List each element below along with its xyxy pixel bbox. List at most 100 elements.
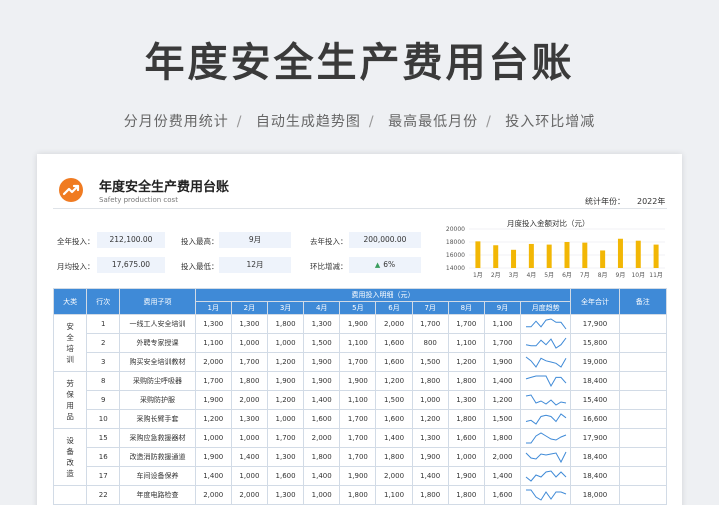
row-number-cell[interactable]: 15 — [86, 428, 121, 448]
row-number-cell[interactable]: 17 — [86, 466, 121, 486]
row-number-cell[interactable]: 2 — [86, 333, 121, 353]
note-cell[interactable] — [618, 390, 668, 410]
month-value-cell[interactable]: 1,400 — [375, 428, 413, 448]
month-value-cell[interactable]: 1,200 — [266, 390, 305, 410]
month-value-cell[interactable]: 1,600 — [303, 409, 341, 429]
note-cell[interactable] — [618, 428, 668, 448]
month-value-cell[interactable]: 1,800 — [339, 485, 377, 505]
month-value-cell[interactable]: 1,100 — [447, 333, 485, 353]
month-value-cell[interactable]: 1,400 — [483, 466, 522, 486]
month-value-cell[interactable]: 1,300 — [303, 314, 341, 334]
total-cell[interactable]: 17,900 — [570, 314, 620, 334]
month-value-cell[interactable]: 1,600 — [375, 352, 413, 372]
month-value-cell[interactable]: 1,700 — [230, 352, 268, 372]
month-value-cell[interactable]: 1,300 — [411, 428, 449, 448]
month-value-cell[interactable]: 2,000 — [375, 314, 413, 334]
month-value-cell[interactable]: 1,600 — [375, 409, 413, 429]
month-value-cell[interactable]: 1,000 — [303, 485, 341, 505]
month-value-cell[interactable]: 1,100 — [194, 333, 232, 353]
month-value-cell[interactable]: 1,700 — [339, 428, 377, 448]
month-value-cell[interactable]: 1,800 — [447, 485, 485, 505]
month-value-cell[interactable]: 1,100 — [375, 485, 413, 505]
month-value-cell[interactable]: 1,800 — [447, 371, 485, 391]
note-cell[interactable] — [618, 466, 668, 486]
month-value-cell[interactable]: 1,500 — [411, 352, 449, 372]
month-value-cell[interactable]: 2,000 — [483, 447, 522, 467]
month-value-cell[interactable]: 1,800 — [266, 314, 305, 334]
total-cell[interactable]: 16,600 — [570, 409, 620, 429]
month-value-cell[interactable]: 1,900 — [447, 466, 485, 486]
month-value-cell[interactable]: 1,500 — [375, 390, 413, 410]
month-value-cell[interactable]: 1,700 — [483, 333, 522, 353]
month-value-cell[interactable]: 1,900 — [339, 314, 377, 334]
note-cell[interactable] — [618, 409, 668, 429]
note-cell[interactable] — [618, 314, 668, 334]
month-value-cell[interactable]: 1,800 — [375, 447, 413, 467]
item-cell[interactable]: 采购应急救援器材 — [119, 428, 196, 448]
row-number-cell[interactable]: 1 — [86, 314, 121, 334]
month-value-cell[interactable]: 1,800 — [411, 485, 449, 505]
month-value-cell[interactable]: 1,300 — [194, 314, 232, 334]
month-value-cell[interactable]: 1,400 — [483, 371, 522, 391]
month-value-cell[interactable]: 1,200 — [447, 352, 485, 372]
month-value-cell[interactable]: 1,800 — [230, 371, 268, 391]
total-cell[interactable]: 15,400 — [570, 390, 620, 410]
month-value-cell[interactable]: 1,400 — [411, 466, 449, 486]
month-value-cell[interactable]: 1,000 — [447, 447, 485, 467]
item-cell[interactable]: 采购防尘呼吸器 — [119, 371, 196, 391]
month-value-cell[interactable]: 1,700 — [266, 428, 305, 448]
row-number-cell[interactable]: 22 — [86, 485, 121, 505]
month-value-cell[interactable]: 2,000 — [303, 428, 341, 448]
month-value-cell[interactable]: 1,700 — [339, 352, 377, 372]
month-value-cell[interactable]: 2,000 — [194, 352, 232, 372]
month-value-cell[interactable]: 1,700 — [339, 447, 377, 467]
note-cell[interactable] — [618, 352, 668, 372]
item-cell[interactable]: 采购防护服 — [119, 390, 196, 410]
month-value-cell[interactable]: 1,300 — [230, 409, 268, 429]
month-value-cell[interactable]: 1,600 — [483, 485, 522, 505]
month-value-cell[interactable]: 1,600 — [375, 333, 413, 353]
month-value-cell[interactable]: 1,100 — [483, 314, 522, 334]
month-value-cell[interactable]: 1,900 — [483, 352, 522, 372]
month-value-cell[interactable]: 1,900 — [339, 466, 377, 486]
month-value-cell[interactable]: 1,900 — [194, 447, 232, 467]
month-value-cell[interactable]: 1,500 — [303, 333, 341, 353]
month-value-cell[interactable]: 1,000 — [230, 333, 268, 353]
month-value-cell[interactable]: 2,000 — [375, 466, 413, 486]
item-cell[interactable]: 年度电路检查 — [119, 485, 196, 505]
month-value-cell[interactable]: 1,300 — [230, 314, 268, 334]
item-cell[interactable]: 改造消防救援通道 — [119, 447, 196, 467]
total-cell[interactable]: 18,400 — [570, 371, 620, 391]
month-value-cell[interactable]: 1,200 — [411, 409, 449, 429]
item-cell[interactable]: 一线工人安全培训 — [119, 314, 196, 334]
month-value-cell[interactable]: 1,900 — [303, 371, 341, 391]
month-value-cell[interactable]: 1,700 — [194, 371, 232, 391]
month-value-cell[interactable]: 1,300 — [266, 485, 305, 505]
note-cell[interactable] — [618, 485, 668, 505]
total-cell[interactable]: 18,000 — [570, 485, 620, 505]
month-value-cell[interactable]: 1,600 — [447, 428, 485, 448]
row-number-cell[interactable]: 16 — [86, 447, 121, 467]
month-value-cell[interactable]: 1,200 — [266, 352, 305, 372]
month-value-cell[interactable]: 2,000 — [230, 390, 268, 410]
year-value[interactable]: 2022年 — [637, 196, 665, 207]
item-cell[interactable]: 车间设备保养 — [119, 466, 196, 486]
month-value-cell[interactable]: 1,900 — [194, 390, 232, 410]
month-value-cell[interactable]: 1,900 — [411, 447, 449, 467]
row-number-cell[interactable]: 9 — [86, 390, 121, 410]
item-cell[interactable]: 采购长臂手套 — [119, 409, 196, 429]
month-value-cell[interactable]: 1,000 — [411, 390, 449, 410]
month-value-cell[interactable]: 1,300 — [266, 447, 305, 467]
month-value-cell[interactable]: 1,800 — [483, 428, 522, 448]
month-value-cell[interactable]: 1,500 — [483, 409, 522, 429]
month-value-cell[interactable]: 1,800 — [303, 447, 341, 467]
month-value-cell[interactable]: 1,800 — [411, 371, 449, 391]
total-cell[interactable]: 18,400 — [570, 466, 620, 486]
month-value-cell[interactable]: 1,600 — [266, 466, 305, 486]
total-cell[interactable]: 15,800 — [570, 333, 620, 353]
note-cell[interactable] — [618, 447, 668, 467]
month-value-cell[interactable]: 1,200 — [483, 390, 522, 410]
month-value-cell[interactable]: 2,000 — [194, 485, 232, 505]
month-value-cell[interactable]: 1,200 — [375, 371, 413, 391]
month-value-cell[interactable]: 800 — [411, 333, 449, 353]
